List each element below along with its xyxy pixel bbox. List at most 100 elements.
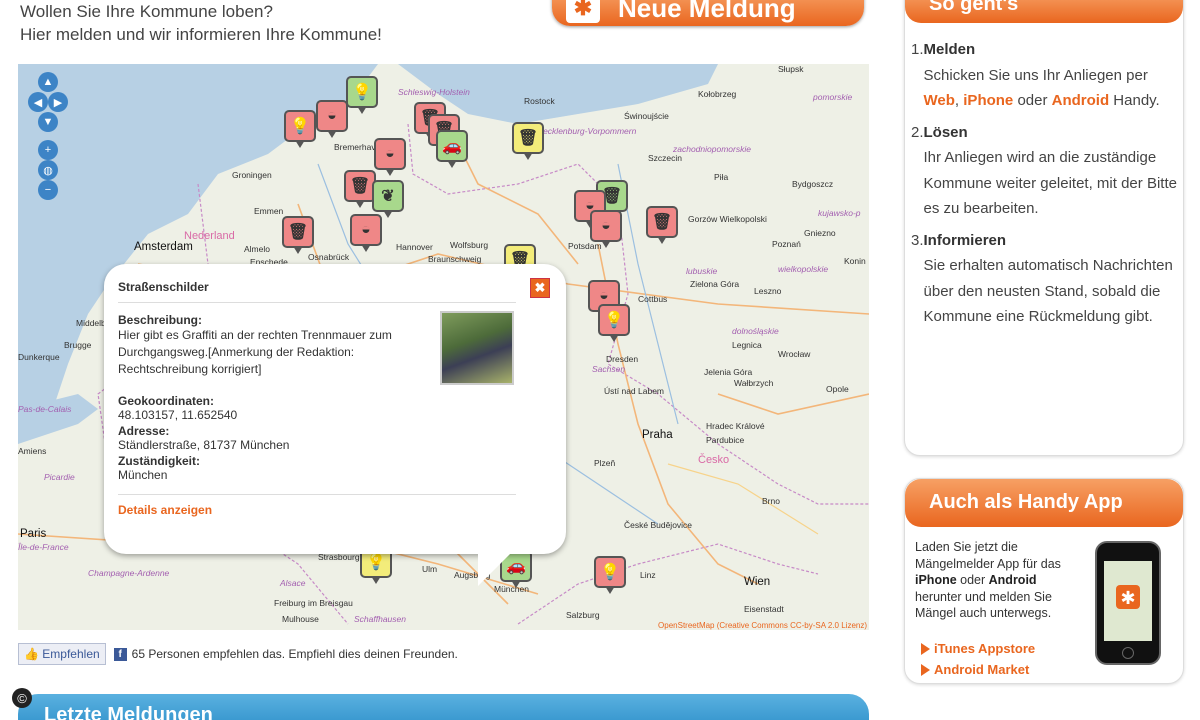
report-marker[interactable]: 💡 [594, 556, 626, 594]
how-it-works-title: So geht's [905, 0, 1183, 23]
map-label: Česko [698, 454, 730, 466]
close-icon[interactable]: ✖ [530, 278, 550, 298]
mobile-app-text: Laden Sie jetzt die Mängelmelder App für… [915, 540, 1061, 620]
map-label: Eisenstadt [744, 604, 784, 614]
like-button-label: Empfehlen [42, 647, 100, 661]
step-number: 1. [911, 41, 924, 58]
report-marker[interactable]: ◒ [316, 100, 348, 138]
report-marker[interactable]: ❦ [372, 180, 404, 218]
popup-title: Straßenschilder [118, 280, 516, 303]
android-market-link[interactable]: Android Market [921, 662, 1029, 677]
map-label: Ulm [422, 564, 438, 574]
like-button[interactable]: 👍 Empfehlen [18, 643, 106, 665]
itunes-appstore-link[interactable]: iTunes Appstore [921, 641, 1035, 656]
pan-down-icon[interactable]: ▼ [38, 112, 58, 132]
map-label: Plzeň [594, 458, 616, 468]
map-label: Salzburg [566, 610, 600, 620]
map-label: Hannover [396, 242, 433, 252]
page: Wollen Sie Ihre Kommune loben? Hier meld… [0, 0, 1200, 720]
details-link[interactable]: Details anzeigen [118, 494, 516, 517]
map-label: Zielona Góra [690, 279, 740, 289]
steps-list: 1. Melden Schicken Sie uns Ihr Anliegen … [911, 37, 1183, 330]
mobile-app-title: Auch als Handy App [905, 479, 1183, 527]
pan-left-icon[interactable]: ◀ [28, 92, 48, 112]
map-label: Mecklenburg-Vorpommern [536, 126, 637, 136]
trash-icon: 🗑 [287, 224, 309, 241]
pan-right-icon[interactable]: ▶ [48, 92, 68, 112]
android-link[interactable]: Android [1052, 92, 1110, 109]
arrow-right-icon [921, 663, 930, 676]
map-label: České Budějovice [624, 520, 693, 530]
map-label: Linz [640, 570, 656, 580]
step-item: 1. Melden Schicken Sie uns Ihr Anliegen … [911, 37, 1183, 114]
geo-label: Geokoordinaten: [118, 394, 215, 408]
trash-icon: 🗑 [517, 130, 539, 147]
map-label: Freiburg im Breisgau [274, 598, 353, 608]
map-label: kujawsko-p [818, 208, 861, 218]
globe-icon[interactable]: ◍ [38, 160, 58, 180]
map-label: Schaffhausen [354, 614, 406, 624]
intro-line-1: Wollen Sie Ihre Kommune loben? [20, 2, 273, 21]
arrow-right-icon [921, 642, 930, 655]
lightbulb-icon: 💡 [604, 312, 624, 329]
copyright-icon: © [12, 688, 32, 708]
step-number: 2. [911, 123, 924, 141]
pothole-icon: ◒ [327, 107, 337, 124]
report-marker[interactable]: 🗑 [646, 206, 678, 244]
pothole-icon: ◒ [601, 217, 611, 234]
map-label: Amsterdam [134, 241, 193, 253]
lightbulb-icon: 💡 [600, 564, 620, 581]
lightbulb-icon: 💡 [352, 84, 372, 101]
iphone-link[interactable]: iPhone [963, 92, 1013, 109]
pan-up-icon[interactable]: ▲ [38, 72, 58, 92]
map-label: Île-de-France [18, 542, 69, 552]
address-value: Ständlerstraße, 81737 München [118, 438, 290, 452]
new-report-label: Neue Meldung [618, 0, 796, 23]
map-label: Gniezno [804, 228, 836, 238]
pothole-icon: ◒ [361, 221, 371, 238]
map-label: Mulhouse [282, 614, 319, 624]
map-label: Brno [762, 496, 780, 506]
map-label: Wałbrzych [734, 378, 774, 388]
report-marker[interactable]: ◒ [374, 138, 406, 176]
map-label: Cottbus [638, 294, 668, 304]
facebook-icon: f [113, 647, 127, 661]
app-logo-icon: ✱ [1116, 585, 1140, 609]
report-marker[interactable]: 💡 [346, 76, 378, 114]
report-marker[interactable]: ◒ [350, 214, 382, 252]
map-label: Almelo [244, 244, 270, 254]
trash-icon: 🗑 [651, 214, 673, 231]
map-label: pomorskie [813, 92, 853, 102]
report-marker[interactable]: 🚗 [436, 130, 468, 168]
megaphone-icon: ✱ [566, 0, 600, 23]
report-marker[interactable]: ◒ [590, 210, 622, 248]
latest-reports-header: Letzte Meldungen [18, 694, 869, 720]
report-marker[interactable]: 💡 [284, 110, 316, 148]
map-label: Braunschweig [428, 254, 482, 264]
report-photo-thumbnail[interactable] [440, 311, 514, 385]
map-label: Poznań [772, 239, 801, 249]
map-label: zachodniopomorskie [673, 144, 751, 154]
new-report-button[interactable]: ✱ Neue Meldung [552, 0, 864, 26]
web-link[interactable]: Web [924, 92, 955, 109]
map-label: Piła [714, 172, 729, 182]
map-label: Alsace [280, 578, 306, 588]
description-text: Hier gibt es Graffiti an der rechten Tre… [118, 328, 392, 376]
how-it-works-panel: So geht's 1. Melden Schicken Sie uns Ihr… [904, 0, 1184, 456]
car-icon: 🚗 [442, 138, 462, 155]
lightbulb-icon: 💡 [290, 118, 310, 135]
step-item: 2. Lösen Ihr Anliegen wird an die zustän… [911, 120, 1183, 222]
map-attribution[interactable]: OpenStreetMap (Creative Commons CC-by-SA… [658, 621, 867, 630]
map-label: Leszno [754, 286, 782, 296]
zoom-out-icon[interactable]: − [38, 180, 58, 200]
like-count-text: 65 Personen empfehlen das. Empfiehl dies… [131, 647, 458, 661]
zoom-in-icon[interactable]: + [38, 140, 58, 160]
report-marker[interactable]: 🗑 [512, 122, 544, 160]
step-title: Lösen [923, 123, 968, 141]
address-label: Adresse: [118, 424, 170, 438]
popup-pointer [478, 550, 514, 586]
step-title: Informieren [923, 231, 1007, 249]
map-label: Hradec Králové [706, 421, 765, 431]
report-marker[interactable]: 💡 [598, 304, 630, 342]
report-marker[interactable]: 🗑 [282, 216, 314, 254]
